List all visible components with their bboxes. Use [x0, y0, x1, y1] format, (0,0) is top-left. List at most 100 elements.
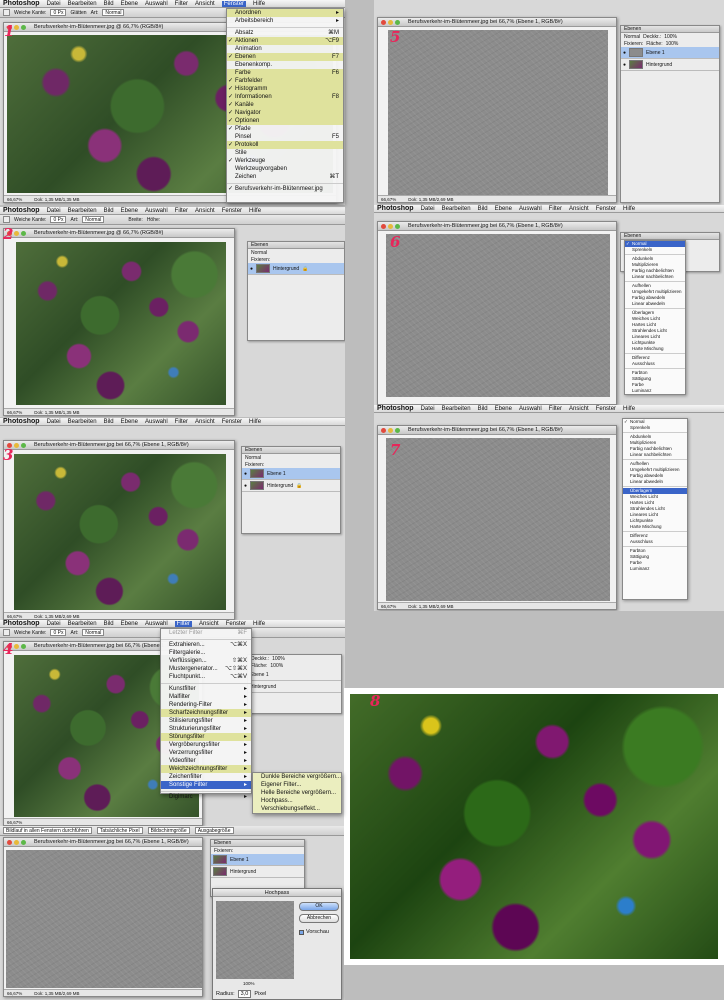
menu-item-zeichenfilter[interactable]: Zeichenfilter ▸	[161, 773, 251, 781]
ok-button[interactable]: OK	[299, 902, 339, 911]
menu-item-kanaele[interactable]: Kanäle	[227, 101, 343, 109]
menu-item-werkzeugvorgaben[interactable]: Werkzeugvorgaben	[227, 165, 343, 173]
blend-mode-option[interactable]: Luminanz	[623, 566, 687, 572]
menu-item-optionen[interactable]: Optionen	[227, 117, 343, 125]
eye-icon[interactable]: ●	[623, 62, 626, 68]
layer-background[interactable]: Hintergrund	[211, 866, 304, 878]
menu-bild[interactable]: Bild	[478, 406, 488, 412]
layer-background[interactable]: ● Hintergrund	[621, 59, 719, 71]
style-select[interactable]: Normal	[102, 9, 125, 16]
menu-bearbeiten[interactable]: Bearbeiten	[68, 208, 97, 214]
app-menu[interactable]: Photoshop	[377, 405, 414, 412]
menu-item-stile[interactable]: Stile	[227, 149, 343, 157]
menu-bearbeiten[interactable]: Bearbeiten	[442, 206, 471, 212]
menu-bild[interactable]: Bild	[104, 419, 114, 425]
menu-item-farbfelder[interactable]: Farbfelder	[227, 77, 343, 85]
blend-mode-option[interactable]: Ausschluss	[625, 361, 685, 367]
layer-ebene-1[interactable]: Ebene 1	[248, 669, 341, 681]
layers-tab[interactable]: Ebenen	[621, 233, 719, 240]
menu-bearbeiten[interactable]: Bearbeiten	[68, 621, 97, 627]
menu-item-weichzeichnung[interactable]: Weichzeichnungsfilter ▸	[161, 765, 251, 773]
menu-item-stilisierung[interactable]: Stilisierungsfilter ▸	[161, 717, 251, 725]
menu-hilfe[interactable]: Hilfe	[623, 406, 635, 412]
menu-item-digimarc[interactable]: Digimarc ▸	[161, 793, 251, 801]
blend-mode-option[interactable]: Harte Mischung	[623, 524, 687, 530]
menu-item-hochpass[interactable]: Hochpass...	[253, 797, 341, 805]
eye-icon[interactable]: ●	[244, 471, 247, 477]
menu-item-sonstige[interactable]: Sonstige Filter ▸	[161, 781, 251, 789]
menu-item-informationen[interactable]: InformationenF8	[227, 93, 343, 101]
menu-filter[interactable]: Filter	[175, 1, 188, 7]
eye-icon[interactable]: ●	[623, 50, 626, 56]
menu-item-strukturierung[interactable]: Strukturierungsfilter ▸	[161, 725, 251, 733]
cancel-button[interactable]: Abbrechen	[299, 914, 339, 923]
menu-item-stoerung[interactable]: Störungsfilter ▸	[161, 733, 251, 741]
minimize-icon[interactable]	[14, 643, 19, 649]
style-select[interactable]: Normal	[82, 216, 105, 223]
zoom-level[interactable]: 66,67%	[381, 197, 396, 202]
menu-item-verfluessigen[interactable]: Verflüssigen... ⇧⌘X	[161, 657, 251, 665]
layer-background[interactable]: ● Hintergrund 🔒	[242, 480, 340, 492]
marquee-tool-icon[interactable]	[3, 629, 10, 636]
menu-item-zeichen[interactable]: Zeichen ⌘T	[227, 173, 343, 181]
zoom-level[interactable]: 66,67%	[381, 604, 396, 609]
close-icon[interactable]	[381, 223, 386, 229]
menu-datei[interactable]: Datei	[47, 621, 61, 627]
minimize-icon[interactable]	[14, 230, 19, 236]
menu-item-document[interactable]: Berufsverkehr-im-Blütenmeer.jpg	[227, 185, 343, 193]
layer-ebene-1[interactable]: ● Ebene 1	[621, 47, 719, 59]
zoom-icon[interactable]	[395, 19, 400, 25]
menu-auswahl[interactable]: Auswahl	[145, 208, 168, 214]
menu-item-animation[interactable]: Animation	[227, 45, 343, 53]
menu-hilfe[interactable]: Hilfe	[253, 621, 265, 627]
eye-icon[interactable]: ●	[250, 266, 253, 272]
menu-filter[interactable]: Filter	[174, 620, 193, 627]
menu-item-malfilter[interactable]: Malfilter ▸	[161, 693, 251, 701]
layer-background[interactable]: Hintergrund	[248, 681, 341, 693]
scroll-all-button[interactable]: Bildlauf in allen Fenstern durchführen	[3, 827, 92, 834]
fit-screen-button[interactable]: Bildschirmgröße	[147, 827, 190, 834]
zoom-icon[interactable]	[21, 839, 26, 845]
menu-auswahl[interactable]: Auswahl	[145, 419, 168, 425]
menu-hilfe[interactable]: Hilfe	[249, 419, 261, 425]
menu-fenster[interactable]: Fenster	[222, 208, 242, 214]
opacity-input[interactable]: 100%	[664, 34, 677, 40]
menu-item-verzerrung[interactable]: Verzerrungsfilter ▸	[161, 749, 251, 757]
menu-filter[interactable]: Filter	[549, 206, 562, 212]
menu-ebene[interactable]: Ebene	[121, 1, 138, 7]
menu-item-ebenen[interactable]: EbenenF7	[227, 53, 343, 61]
fill-input[interactable]: 100%	[270, 663, 283, 669]
menu-ebene[interactable]: Ebene	[121, 419, 138, 425]
menu-item-werkzeuge[interactable]: Werkzeuge	[227, 157, 343, 165]
style-select[interactable]: Normal	[82, 629, 105, 636]
zoom-level[interactable]: 66,67%	[7, 820, 22, 825]
minimize-icon[interactable]	[14, 24, 19, 30]
feather-input[interactable]: 0 Px	[50, 9, 67, 16]
menu-datei[interactable]: Datei	[421, 206, 435, 212]
menu-item-helle-bereiche[interactable]: Helle Bereiche vergrößern...	[253, 789, 341, 797]
app-menu[interactable]: Photoshop	[377, 205, 414, 212]
menu-item-anordnen[interactable]: Anordnen ▸	[227, 9, 343, 17]
minimize-icon[interactable]	[14, 442, 19, 448]
menu-filter[interactable]: Filter	[175, 208, 188, 214]
zoom-icon[interactable]	[21, 442, 26, 448]
minimize-icon[interactable]	[388, 223, 393, 229]
blend-mode-option[interactable]: Ausschluss	[623, 539, 687, 545]
menu-filter[interactable]: Filter	[549, 406, 562, 412]
menu-item-kunstfilter[interactable]: Kunstfilter ▸	[161, 685, 251, 693]
minimize-icon[interactable]	[388, 19, 393, 25]
menu-bild[interactable]: Bild	[104, 621, 114, 627]
menu-ansicht[interactable]: Ansicht	[569, 406, 589, 412]
menu-bearbeiten[interactable]: Bearbeiten	[68, 1, 97, 7]
marquee-tool-icon[interactable]	[3, 9, 10, 16]
minimize-icon[interactable]	[14, 839, 19, 845]
layers-tab[interactable]: Ebenen	[621, 26, 719, 33]
menu-ebene[interactable]: Ebene	[495, 406, 512, 412]
app-menu[interactable]: Photoshop	[3, 207, 40, 214]
menu-ansicht[interactable]: Ansicht	[199, 621, 219, 627]
menu-hilfe[interactable]: Hilfe	[623, 206, 635, 212]
menu-item-verschiebung[interactable]: Verschiebungseffekt...	[253, 805, 341, 813]
menu-item-video[interactable]: Videofilter ▸	[161, 757, 251, 765]
blend-mode-option[interactable]: Linear abwedeln	[625, 301, 685, 307]
menu-datei[interactable]: Datei	[47, 419, 61, 425]
